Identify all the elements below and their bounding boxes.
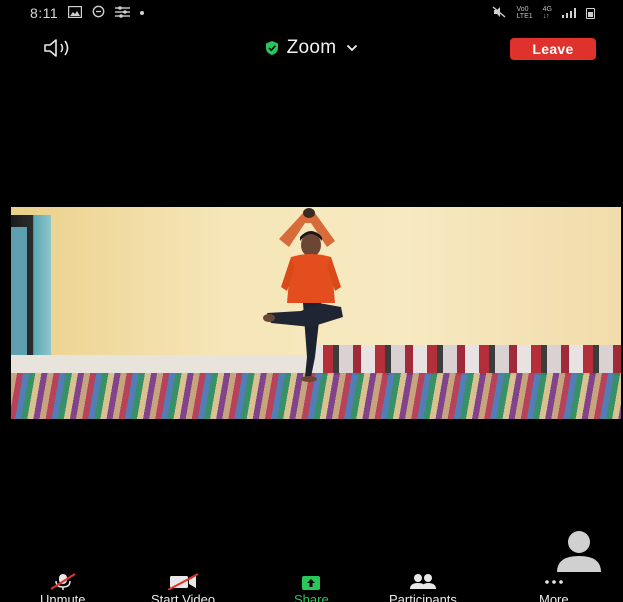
volte-text-top: Vo0 — [516, 6, 529, 13]
meeting-title[interactable]: Zoom — [287, 37, 337, 59]
4g-icon: 4G ↓↑ — [543, 6, 552, 20]
video-door-panel — [11, 227, 27, 357]
network-text-bottom: ↓↑ — [542, 13, 550, 20]
volte-icon: Vo0 LTE1 — [516, 6, 532, 20]
meeting-toolbar: Unmute Start Video Share Participants Mo… — [0, 573, 623, 602]
chevron-down-icon[interactable] — [346, 44, 358, 52]
avatar-icon — [557, 531, 601, 572]
battery-icon — [586, 7, 595, 19]
status-left: 8:11 — [30, 5, 145, 21]
microphone-muted-icon — [48, 573, 78, 590]
participant-video[interactable] — [11, 207, 621, 419]
status-time: 8:11 — [30, 5, 59, 21]
participants-button[interactable]: Participants — [389, 573, 457, 602]
share-button[interactable]: Share — [294, 573, 329, 602]
speaker-button[interactable] — [42, 38, 82, 62]
leave-button[interactable]: Leave — [510, 38, 596, 60]
dot-icon — [140, 11, 145, 15]
speaker-icon — [42, 38, 76, 63]
share-label: Share — [294, 592, 329, 602]
video-off-icon — [165, 573, 201, 590]
status-bar: 8:11 Vo0 LTE1 4G ↓↑ — [0, 0, 623, 26]
more-label: More — [539, 592, 569, 602]
unmute-button[interactable]: Unmute — [40, 573, 86, 602]
participants-icon — [406, 573, 440, 590]
zoom-meeting-screen: 8:11 Vo0 LTE1 4G ↓↑ Zoom Leave Unmute St… — [0, 0, 623, 602]
participants-label: Participants — [389, 592, 457, 602]
volte-text-bottom: LTE1 — [516, 13, 533, 20]
avatar[interactable] — [543, 530, 615, 574]
unmute-label: Unmute — [40, 592, 86, 602]
start-video-label: Start Video — [151, 592, 216, 602]
shield-icon — [265, 40, 279, 56]
start-video-button[interactable]: Start Video — [151, 573, 215, 602]
more-button[interactable]: More — [539, 573, 569, 602]
circle-icon — [92, 5, 105, 21]
mute-icon — [492, 5, 506, 21]
settings-lines-icon — [115, 5, 131, 21]
more-icon — [543, 573, 565, 590]
meeting-header: Zoom Leave — [0, 34, 623, 66]
status-right: Vo0 LTE1 4G ↓↑ — [492, 5, 595, 21]
network-text-top: 4G — [542, 6, 552, 13]
gallery-icon — [68, 5, 83, 21]
video-person — [263, 208, 343, 382]
share-icon — [298, 573, 324, 590]
signal-icon — [562, 8, 576, 18]
